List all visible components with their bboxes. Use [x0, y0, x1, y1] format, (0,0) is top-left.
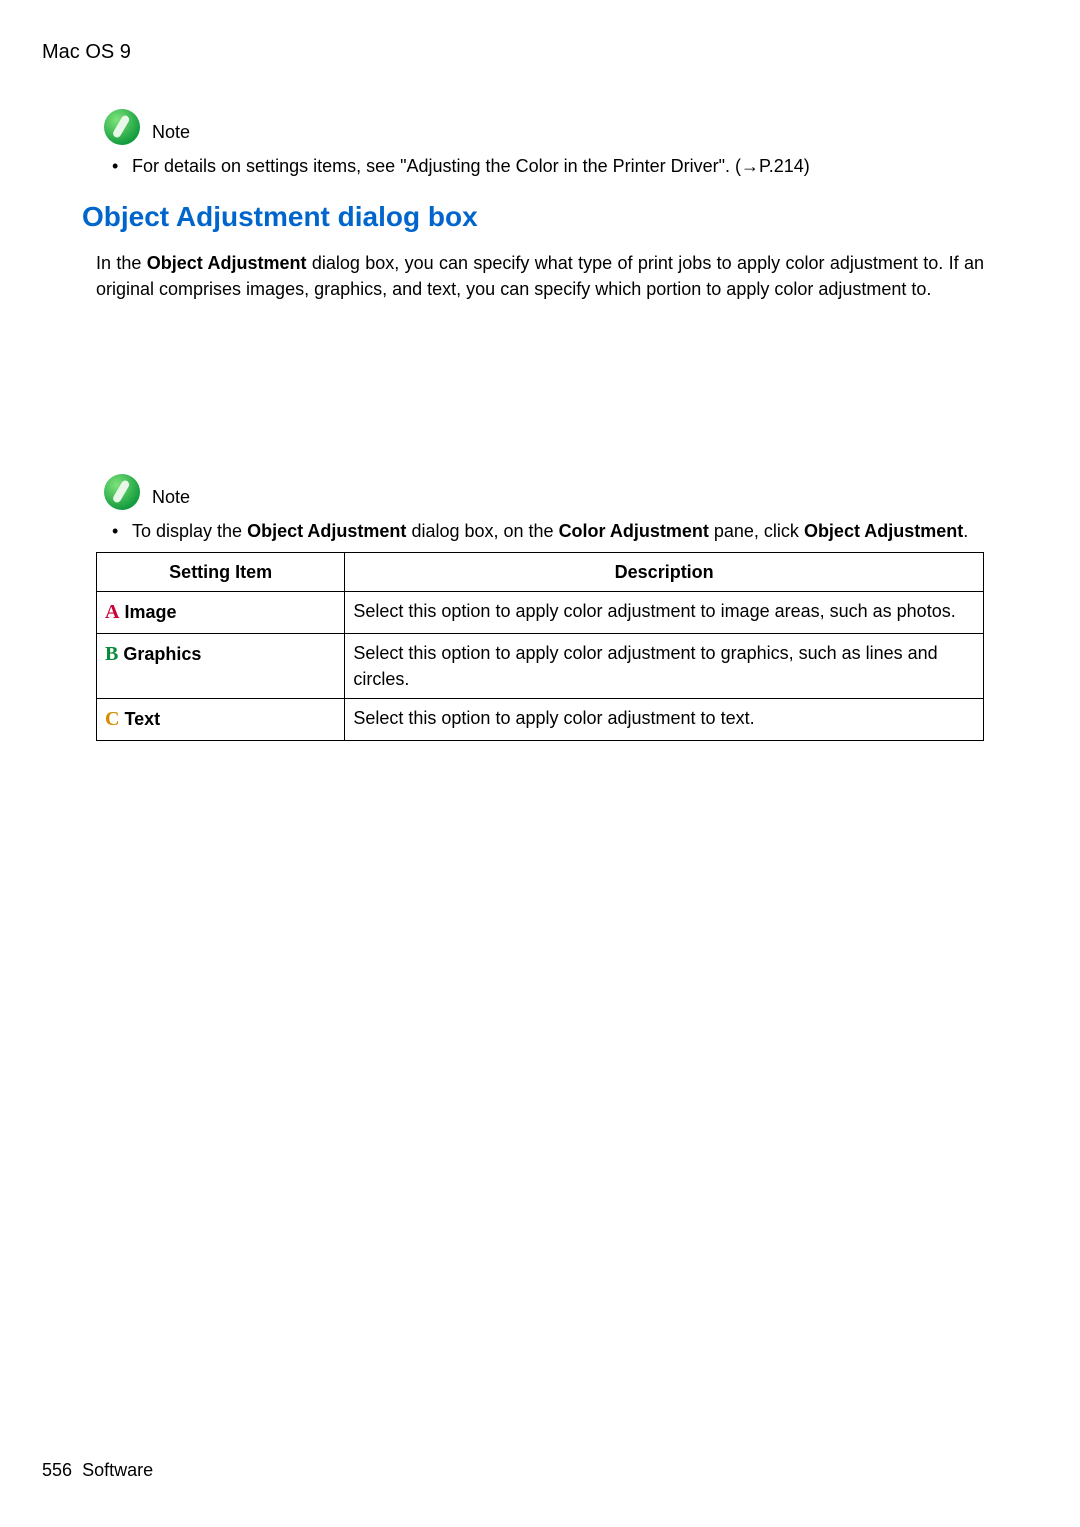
note1-text-suffix: ) [804, 156, 810, 176]
row-letter: B [105, 643, 118, 665]
table-row: B Graphics Select this option to apply c… [97, 634, 984, 699]
para-part-a: In the [96, 253, 147, 273]
cell-setting: C Text [97, 699, 345, 741]
note-label: Note [152, 484, 190, 512]
note1-bullet: For details on settings items, see "Adju… [102, 153, 1038, 179]
note1-text-prefix: For details on settings items, see "Adju… [132, 156, 741, 176]
n2-b1: Object Adjustment [247, 521, 406, 541]
n2-b3: Object Adjustment [804, 521, 963, 541]
note1-link[interactable]: →P.214 [741, 156, 804, 176]
n2-t2: dialog box, on the [406, 521, 558, 541]
note-block-1: Note For details on settings items, see … [102, 107, 1038, 179]
para-part-b: Object Adjustment [147, 253, 307, 273]
footer-section: Software [82, 1460, 153, 1480]
n2-t1: To display the [132, 521, 247, 541]
cell-desc: Select this option to apply color adjust… [345, 592, 984, 634]
cell-setting: A Image [97, 592, 345, 634]
note-block-2: Note To display the Object Adjustment di… [102, 472, 1038, 544]
note-icon [102, 472, 142, 512]
n2-t3: pane, click [709, 521, 804, 541]
n2-t4: . [963, 521, 968, 541]
table-row: C Text Select this option to apply color… [97, 699, 984, 741]
cell-setting: B Graphics [97, 634, 345, 699]
footer-page-number: 556 [42, 1460, 72, 1480]
n2-b2: Color Adjustment [559, 521, 709, 541]
cell-desc: Select this option to apply color adjust… [345, 699, 984, 741]
section-heading: Object Adjustment dialog box [82, 197, 1038, 238]
table-row: Setting Item Description [97, 552, 984, 591]
figure-placeholder [42, 302, 1038, 472]
row-name: Text [124, 709, 160, 729]
page-footer: 556 Software [42, 1457, 153, 1483]
settings-table: Setting Item Description A Image Select … [96, 552, 984, 741]
row-letter: C [105, 708, 119, 730]
section-paragraph: In the Object Adjustment dialog box, you… [96, 250, 984, 302]
table-row: A Image Select this option to apply colo… [97, 592, 984, 634]
row-name: Graphics [123, 644, 201, 664]
th-description: Description [345, 552, 984, 591]
row-letter: A [105, 601, 119, 623]
row-name: Image [124, 602, 176, 622]
cell-desc: Select this option to apply color adjust… [345, 634, 984, 699]
th-setting-item: Setting Item [97, 552, 345, 591]
note-icon [102, 107, 142, 147]
page-header: Mac OS 9 [42, 38, 1038, 67]
note-label: Note [152, 119, 190, 147]
note2-bullet: To display the Object Adjustment dialog … [102, 518, 1038, 544]
